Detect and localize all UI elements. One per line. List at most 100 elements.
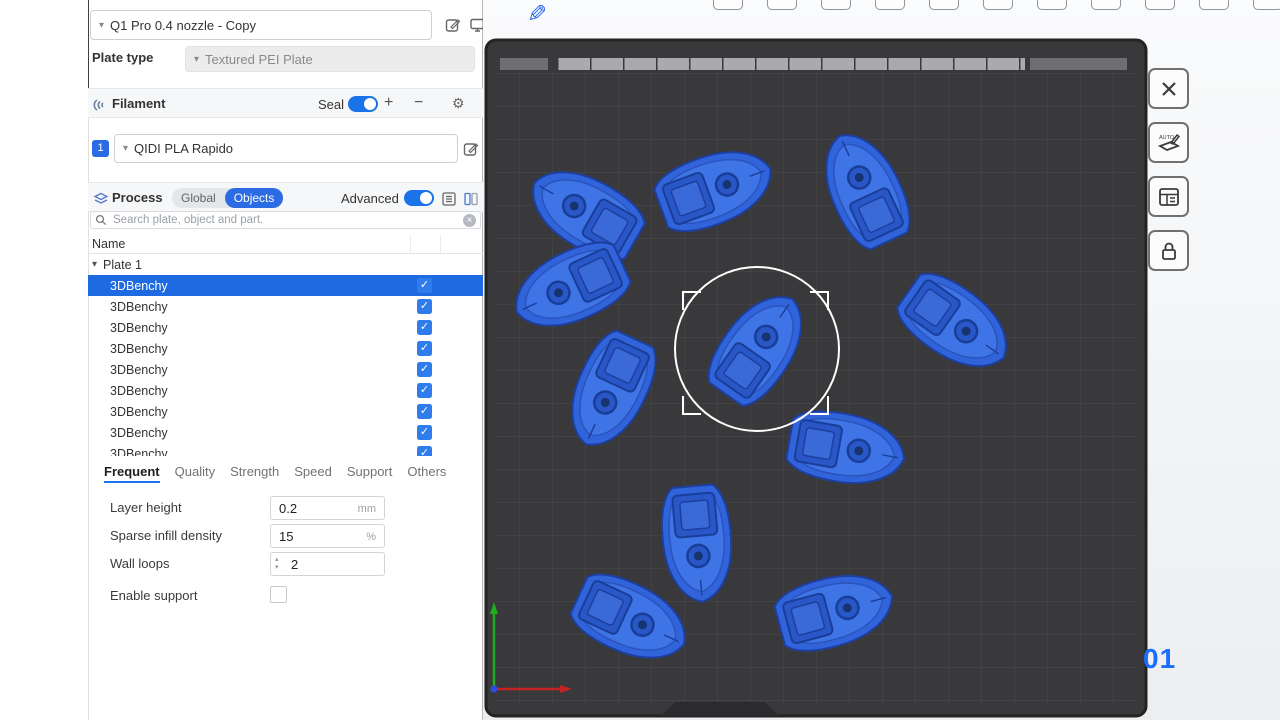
object-name: 3DBenchy: [110, 321, 168, 335]
chevron-down-icon: ▾: [123, 143, 128, 154]
object-row[interactable]: 3DBenchy ✓: [88, 317, 483, 338]
plate-handle-notch: [660, 702, 780, 716]
object-visible-checkbox[interactable]: ✓: [417, 362, 432, 377]
tab-others[interactable]: Others: [407, 464, 446, 483]
filament-select[interactable]: ▾ QIDI PLA Rapido: [114, 134, 458, 163]
tab-quality[interactable]: Quality: [175, 464, 215, 483]
search-input[interactable]: [111, 213, 463, 227]
remove-filament-button[interactable]: −: [414, 93, 423, 113]
infill-label: Sparse infill density: [110, 528, 222, 543]
scope-switch: Global Objects: [172, 188, 283, 208]
object-visible-checkbox[interactable]: ✓: [417, 404, 432, 419]
object-visible-checkbox[interactable]: ✓: [417, 425, 432, 440]
setting-infill: Sparse infill density 15 %: [110, 524, 410, 548]
viewport-side-toolbar: AUTO: [1148, 68, 1189, 271]
filament-title: Filament: [112, 96, 165, 111]
viewport-3d[interactable]: ✎: [483, 0, 1280, 720]
object-row[interactable]: 3DBenchy ✓: [88, 359, 483, 380]
plate-top-strip-right: [1030, 58, 1127, 70]
stepper-arrows-icon[interactable]: ▴▾: [275, 556, 279, 572]
plate-top-strip: [557, 58, 1025, 70]
object-name: 3DBenchy: [110, 405, 168, 419]
filament-slot-badge: 1: [92, 140, 109, 157]
edit-printer-icon[interactable]: [444, 16, 462, 34]
infill-input[interactable]: 15 %: [270, 524, 385, 548]
plate-type-value: Textured PEI Plate: [205, 52, 313, 67]
enable-support-checkbox[interactable]: [270, 586, 287, 603]
plate-top-strip-left: [500, 58, 548, 70]
setting-enable-support: Enable support: [110, 584, 410, 608]
object-visible-checkbox[interactable]: ✓: [417, 446, 432, 456]
plate-number: 01: [1143, 643, 1176, 675]
z-axis-dot: [491, 686, 498, 693]
chevron-down-icon: ▾: [99, 20, 104, 31]
object-name: 3DBenchy: [110, 384, 168, 398]
object-visible-checkbox[interactable]: ✓: [417, 299, 432, 314]
object-name: 3DBenchy: [110, 363, 168, 377]
process-layers-icon: [92, 190, 110, 208]
clear-search-icon[interactable]: ×: [463, 214, 476, 227]
setting-layer-height: Layer height 0.2 mm: [110, 496, 410, 520]
printer-name: Q1 Pro 0.4 nozzle - Copy: [110, 18, 256, 33]
object-row[interactable]: 3DBenchy ✓: [88, 338, 483, 359]
scope-objects-button[interactable]: Objects: [225, 188, 284, 208]
object-name: 3DBenchy: [110, 426, 168, 440]
object-list-header: Name: [88, 235, 483, 254]
chevron-down-icon: ▾: [194, 54, 199, 65]
wall-loops-label: Wall loops: [110, 556, 169, 571]
seal-label: Seal: [318, 97, 344, 112]
close-icon[interactable]: [1148, 68, 1189, 109]
tree-collapse-icon[interactable]: ▾: [92, 259, 97, 270]
seal-toggle[interactable]: [348, 96, 378, 112]
tab-strength[interactable]: Strength: [230, 464, 279, 483]
edit-filament-icon[interactable]: [462, 140, 480, 158]
left-panel: ▾ Q1 Pro 0.4 nozzle - Copy Plate type ▾ …: [0, 0, 483, 720]
tab-speed[interactable]: Speed: [294, 464, 332, 483]
plate-node-label: Plate 1: [103, 258, 142, 272]
setting-wall-loops: Wall loops ▴▾ 2: [110, 552, 410, 576]
process-tabs: Frequent Quality Strength Speed Support …: [104, 457, 446, 483]
param-table-icon[interactable]: [440, 190, 458, 208]
object-name: 3DBenchy: [110, 342, 168, 356]
object-visible-checkbox[interactable]: ✓: [417, 341, 432, 356]
layer-height-input[interactable]: 0.2 mm: [270, 496, 385, 520]
object-row[interactable]: 3DBenchy ✓: [88, 296, 483, 317]
plate-settings-icon[interactable]: [1148, 176, 1189, 217]
lock-icon[interactable]: [1148, 230, 1189, 271]
slicer-app: ▾ Q1 Pro 0.4 nozzle - Copy Plate type ▾ …: [0, 0, 1280, 720]
filament-header: Filament Seal + − ⚙: [88, 88, 483, 118]
auto-orient-icon[interactable]: AUTO: [1148, 122, 1189, 163]
plate-type-label: Plate type: [92, 50, 153, 65]
enable-support-label: Enable support: [110, 588, 197, 603]
filament-spool-icon: [92, 96, 110, 114]
process-header: Process Global Objects Advanced: [88, 182, 483, 212]
scope-global-button[interactable]: Global: [172, 188, 225, 208]
tree-plate-row[interactable]: ▾ Plate 1: [88, 254, 483, 275]
wall-loops-stepper[interactable]: ▴▾ 2: [270, 552, 385, 576]
object-row[interactable]: 3DBenchy ✓: [88, 443, 483, 456]
search-box: ×: [90, 211, 481, 229]
process-title: Process: [112, 190, 163, 205]
object-visible-checkbox[interactable]: ✓: [417, 383, 432, 398]
tab-frequent[interactable]: Frequent: [104, 464, 160, 483]
object-name: 3DBenchy: [110, 447, 168, 457]
filament-settings-icon[interactable]: ⚙: [452, 95, 465, 112]
object-name: 3DBenchy: [110, 300, 168, 314]
advanced-toggle[interactable]: [404, 190, 434, 206]
object-row[interactable]: 3DBenchy ✓: [88, 401, 483, 422]
advanced-label: Advanced: [341, 191, 399, 206]
object-row[interactable]: 3DBenchy ✓: [88, 422, 483, 443]
plate-type-select[interactable]: ▾ Textured PEI Plate: [185, 46, 475, 72]
object-visible-checkbox[interactable]: ✓: [417, 320, 432, 335]
object-tree: ▾ Plate 1 3DBenchy ✓ 3DBenchy ✓ 3DBenchy…: [88, 254, 483, 456]
object-name: 3DBenchy: [110, 279, 168, 293]
param-compare-icon[interactable]: [462, 190, 480, 208]
layer-height-label: Layer height: [110, 500, 182, 515]
add-filament-button[interactable]: +: [384, 93, 393, 113]
object-row[interactable]: 3DBenchy ✓: [88, 380, 483, 401]
filament-name: QIDI PLA Rapido: [134, 141, 233, 156]
object-row[interactable]: 3DBenchy ✓: [88, 275, 483, 296]
object-visible-checkbox[interactable]: ✓: [417, 278, 432, 293]
printer-select[interactable]: ▾ Q1 Pro 0.4 nozzle - Copy: [90, 10, 432, 40]
tab-support[interactable]: Support: [347, 464, 393, 483]
